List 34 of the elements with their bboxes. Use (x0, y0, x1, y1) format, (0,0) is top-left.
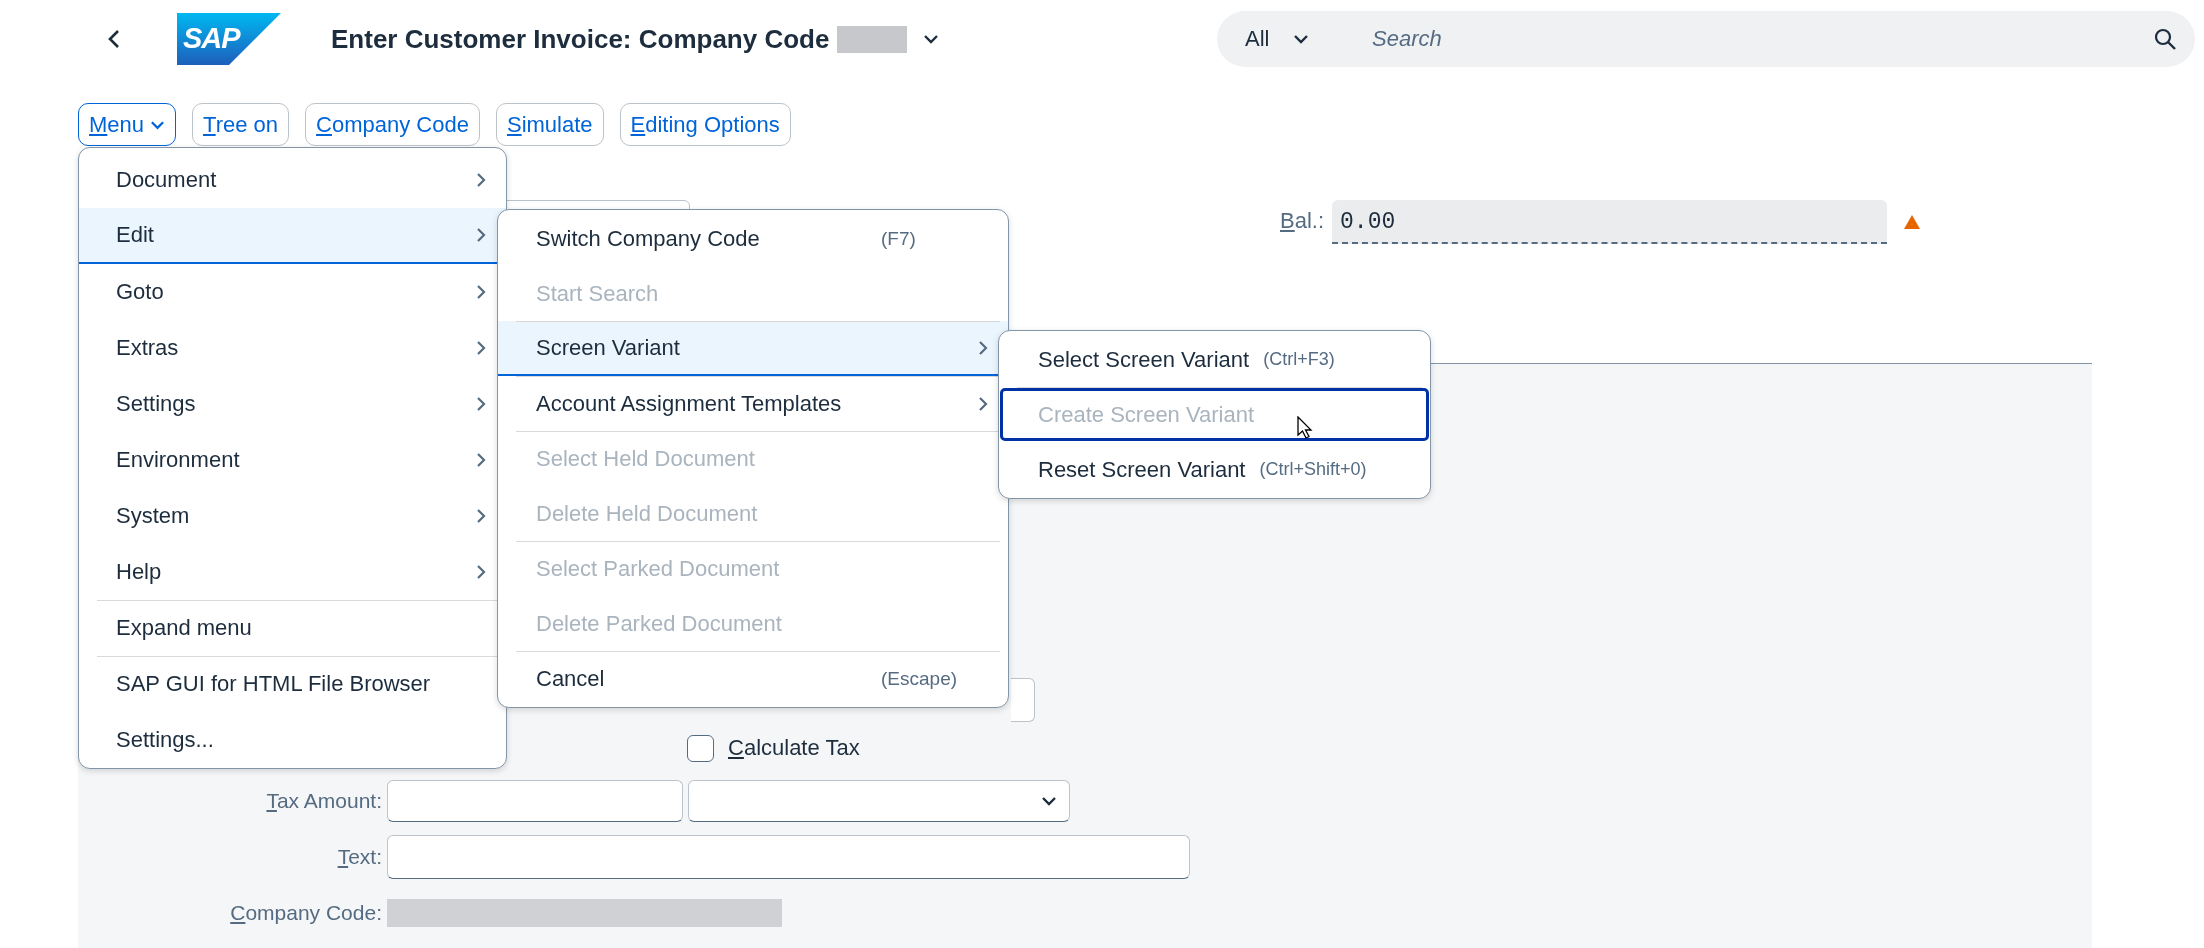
search-icon[interactable] (2153, 27, 2177, 51)
field-label: Text: (337, 845, 382, 869)
checkbox-label: Calculate Tax (728, 735, 860, 761)
toolbar-button[interactable]: Tree on (192, 103, 290, 146)
search-bar[interactable]: All Search (1217, 11, 2195, 67)
search-field[interactable]: Search (1370, 25, 2153, 53)
redacted-block (837, 25, 908, 53)
toolbar-button[interactable]: Editing Options (619, 103, 791, 146)
field-label: Company Code: (230, 901, 382, 925)
toolbar-button[interactable]: Company Code (305, 103, 480, 146)
input-field[interactable] (387, 780, 683, 822)
menu-item[interactable]: Cancel (Escape) (498, 651, 1008, 706)
input-field[interactable] (1011, 678, 1035, 722)
checkbox[interactable] (687, 734, 714, 762)
logo: SAP (177, 13, 281, 65)
menu-item[interactable]: Screen Variant (498, 321, 1008, 376)
mouse-cursor-icon (1297, 416, 1313, 440)
chevron-down-icon (150, 119, 166, 130)
menu-item[interactable]: Document (79, 152, 506, 208)
input-field[interactable] (387, 835, 1190, 879)
toolbar-button[interactable]: Menu (78, 103, 177, 146)
toolbar-button[interactable]: Simulate (495, 103, 604, 146)
chevron-down-icon (1041, 796, 1057, 806)
field-label: Bal.: (1280, 207, 1325, 235)
field-label: Tax Amount: (266, 789, 382, 813)
balance-field: 0.00 (1332, 200, 1888, 244)
menu-item[interactable]: Settings... (79, 712, 506, 768)
page-title: Enter Customer Invoice: Company Code (331, 23, 830, 55)
chevron-down-icon (1293, 34, 1310, 44)
dropdown-field[interactable] (688, 780, 1070, 822)
scope-select[interactable]: All (1245, 26, 1370, 52)
back-icon[interactable] (108, 29, 120, 49)
menu-item[interactable]: Edit (79, 208, 506, 264)
chevron-down-icon[interactable] (923, 34, 940, 44)
